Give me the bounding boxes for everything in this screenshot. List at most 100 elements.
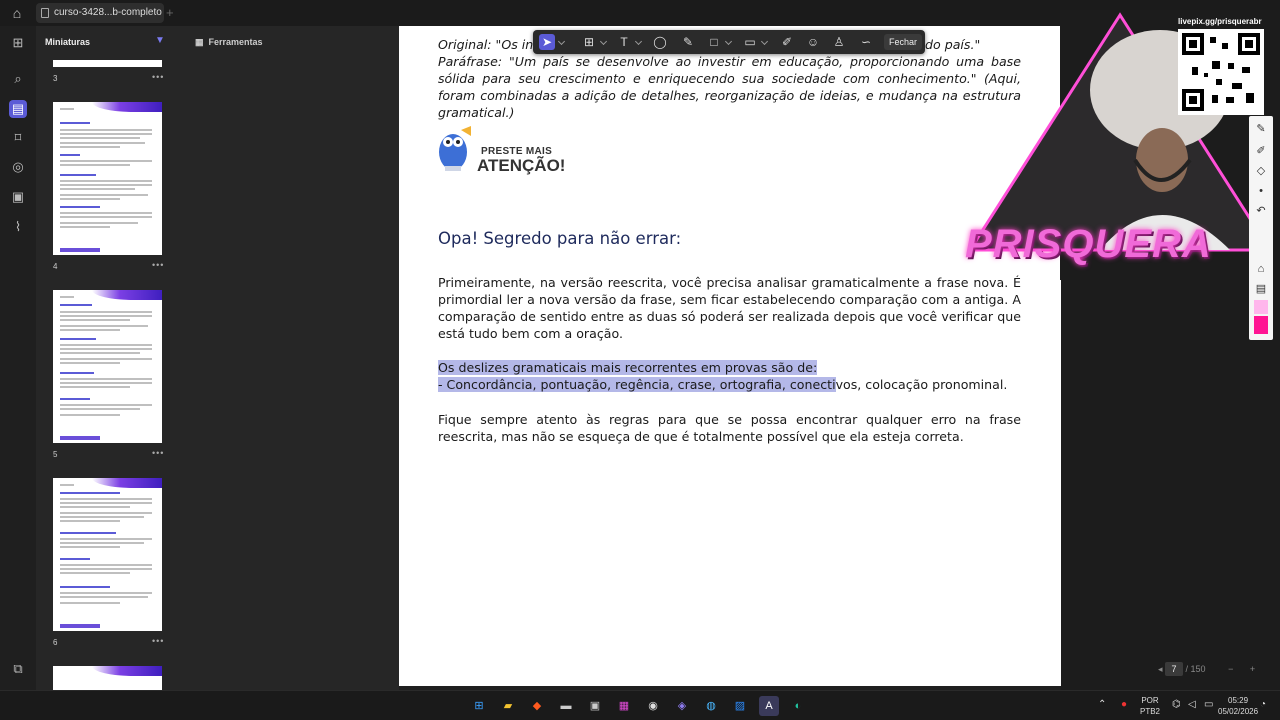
highlight-icon[interactable]: ✎ <box>680 34 696 50</box>
pages-icon[interactable]: ▣ <box>9 188 27 206</box>
chevron-down-icon[interactable] <box>557 37 566 46</box>
thumbnail-banner <box>92 666 162 676</box>
chevron-down-icon[interactable] <box>599 37 608 46</box>
pencil-icon[interactable]: ✐ <box>779 34 795 50</box>
comments-icon[interactable]: ◎ <box>9 158 27 176</box>
comment-icon[interactable]: ◯ <box>652 34 668 50</box>
chevron-down-icon[interactable] <box>760 37 769 46</box>
paragraph-1: Primeiramente, na versão reescrita, você… <box>438 275 1021 341</box>
thumbnail-more-icon[interactable]: ••• <box>152 448 164 458</box>
tools-title[interactable]: ▦ Ferramentas <box>195 37 268 48</box>
media-app-icon[interactable]: ▦ <box>614 696 634 716</box>
sticker-icon[interactable]: ☺ <box>805 34 821 50</box>
select-icon[interactable]: ➤ <box>539 34 555 50</box>
thumbnail-more-icon[interactable]: ••• <box>152 260 164 270</box>
thumbnail-page-number: 3 <box>53 74 58 83</box>
eraser-icon[interactable]: ◇ <box>1253 164 1269 178</box>
toolbox-icon: ▦ <box>195 37 204 47</box>
thumbnail-more-icon[interactable]: ••• <box>152 636 164 646</box>
strikethrough-icon[interactable]: ∽ <box>858 34 874 50</box>
apps-grid-icon[interactable]: ⊞ <box>9 34 27 52</box>
thumbnail-page-7[interactable] <box>53 666 162 690</box>
thumbnail-banner <box>92 102 162 112</box>
bookmark-icon[interactable]: ⌑ <box>9 129 27 147</box>
pen-icon[interactable]: ✐ <box>1253 144 1269 158</box>
highlight-line-2: - Concordância, pontuação, regência, cra… <box>438 377 836 392</box>
highlighted-block[interactable]: Os deslizes gramaticais mais recorrentes… <box>438 359 1021 393</box>
network-icon[interactable]: ⌬ <box>1172 699 1181 710</box>
attachment-icon[interactable]: ⌇ <box>9 218 27 236</box>
thumbnail-page-number: 6 <box>53 638 58 647</box>
thumbnail-page-6[interactable] <box>53 478 162 631</box>
line-2-rest: vos, colocação pronominal. <box>835 377 1008 392</box>
dot-icon[interactable]: • <box>1253 184 1269 198</box>
textbox-icon[interactable]: ⊞ <box>581 34 597 50</box>
color-pink-swatch[interactable] <box>1254 316 1268 334</box>
file-explorer-icon[interactable]: ▰ <box>498 696 518 716</box>
app-icon[interactable]: ▣ <box>585 696 605 716</box>
parafrase-text: Paráfrase: "Um país se desenvolve ao inv… <box>438 54 1021 120</box>
microphone-icon[interactable]: ● <box>1121 699 1127 710</box>
vpn-icon[interactable]: ◍ <box>701 696 721 716</box>
pin-icon[interactable]: ▼ <box>155 35 165 47</box>
thumbnail-page-5[interactable] <box>53 290 162 443</box>
search-icon[interactable]: ⌕ <box>9 70 27 88</box>
thumbnail-page-4[interactable] <box>53 102 162 255</box>
document-icon <box>41 8 49 18</box>
notifications-icon[interactable]: ◔ <box>1260 699 1266 710</box>
stamp-icon[interactable]: ▭ <box>742 34 758 50</box>
lock-icon[interactable]: ⌂ <box>1253 262 1269 276</box>
volume-icon[interactable]: ◁ <box>1188 699 1196 710</box>
previous-page-icon[interactable]: ◂ <box>1158 664 1165 674</box>
language-bottom: PTB2 <box>1140 707 1161 716</box>
chevron-down-icon[interactable] <box>724 37 733 46</box>
app-logo-icon[interactable]: ⧉ <box>9 660 27 678</box>
text-icon[interactable]: T <box>616 34 632 50</box>
brave-icon[interactable]: ◆ <box>527 696 547 716</box>
thumbnail-banner <box>92 478 162 488</box>
tools-title-label: Ferramentas <box>208 37 263 47</box>
language-indicator[interactable]: POR PTB2 <box>1140 695 1160 717</box>
thumbnail-page-3[interactable] <box>53 60 162 67</box>
home-icon[interactable]: ⌂ <box>8 4 26 22</box>
new-tab-button[interactable]: + <box>166 3 180 23</box>
language-top: POR <box>1141 696 1159 705</box>
color-pink-light-swatch[interactable] <box>1254 300 1268 314</box>
marker-icon[interactable]: ✎ <box>1253 122 1269 136</box>
thumbnail-more-icon[interactable]: ••• <box>152 72 164 82</box>
original-line-start: Original: "Os in <box>438 37 534 52</box>
shape-icon[interactable]: □ <box>706 34 722 50</box>
close-toolbar-button[interactable]: Fechar <box>883 34 922 50</box>
clock[interactable]: 05:29 05/02/2026 <box>1218 695 1258 717</box>
zoom-in-button[interactable]: + <box>1250 664 1255 674</box>
clipboard-icon[interactable]: ▤ <box>1253 282 1269 296</box>
tools-panel: ▦Ferramentas ‹ ••• › <box>181 26 399 700</box>
clock-time: 05:29 <box>1228 696 1249 705</box>
thumbnail-page-number: 4 <box>53 262 58 271</box>
pdf-reader-icon[interactable]: A <box>759 696 779 716</box>
chevron-down-icon[interactable] <box>634 37 643 46</box>
battery-icon[interactable]: ▭ <box>1204 699 1213 710</box>
thumbnail-page-number: 5 <box>53 450 58 459</box>
section-heading: Opa! Segredo para não errar: <box>438 229 682 248</box>
obs-icon[interactable]: ◉ <box>643 696 663 716</box>
terminal-icon[interactable]: ▬ <box>556 696 576 716</box>
brand-watermark: PRISQUERA <box>965 222 1212 266</box>
start-icon[interactable]: ⊞ <box>469 696 489 716</box>
undo-icon[interactable]: ↶ <box>1253 204 1269 218</box>
zoom-out-button[interactable]: − <box>1228 664 1233 674</box>
clock-date: 05/02/2026 <box>1218 707 1259 716</box>
document-tab[interactable]: curso-3428...b-completo <box>36 3 164 23</box>
chat-app-icon[interactable]: ◈ <box>672 696 692 716</box>
signature-icon[interactable]: ♙ <box>831 34 847 50</box>
edge-icon[interactable]: ◐ <box>788 696 808 716</box>
tray-chevron-icon[interactable]: ⌃ <box>1098 699 1106 710</box>
owl-icon <box>439 126 471 171</box>
drawing-toolbar: ✎ ✐ ◇ • ↶ ⌂ ▤ <box>1249 116 1273 340</box>
qr-label: livepix.gg/prisquerabr <box>1178 17 1262 26</box>
photos-icon[interactable]: ▨ <box>730 696 750 716</box>
document-tab-title: curso-3428...b-completo <box>54 7 162 18</box>
current-page-input[interactable]: 7 <box>1165 662 1184 676</box>
qr-code <box>1178 29 1264 115</box>
thumbnails-icon[interactable]: ▤ <box>9 100 27 118</box>
